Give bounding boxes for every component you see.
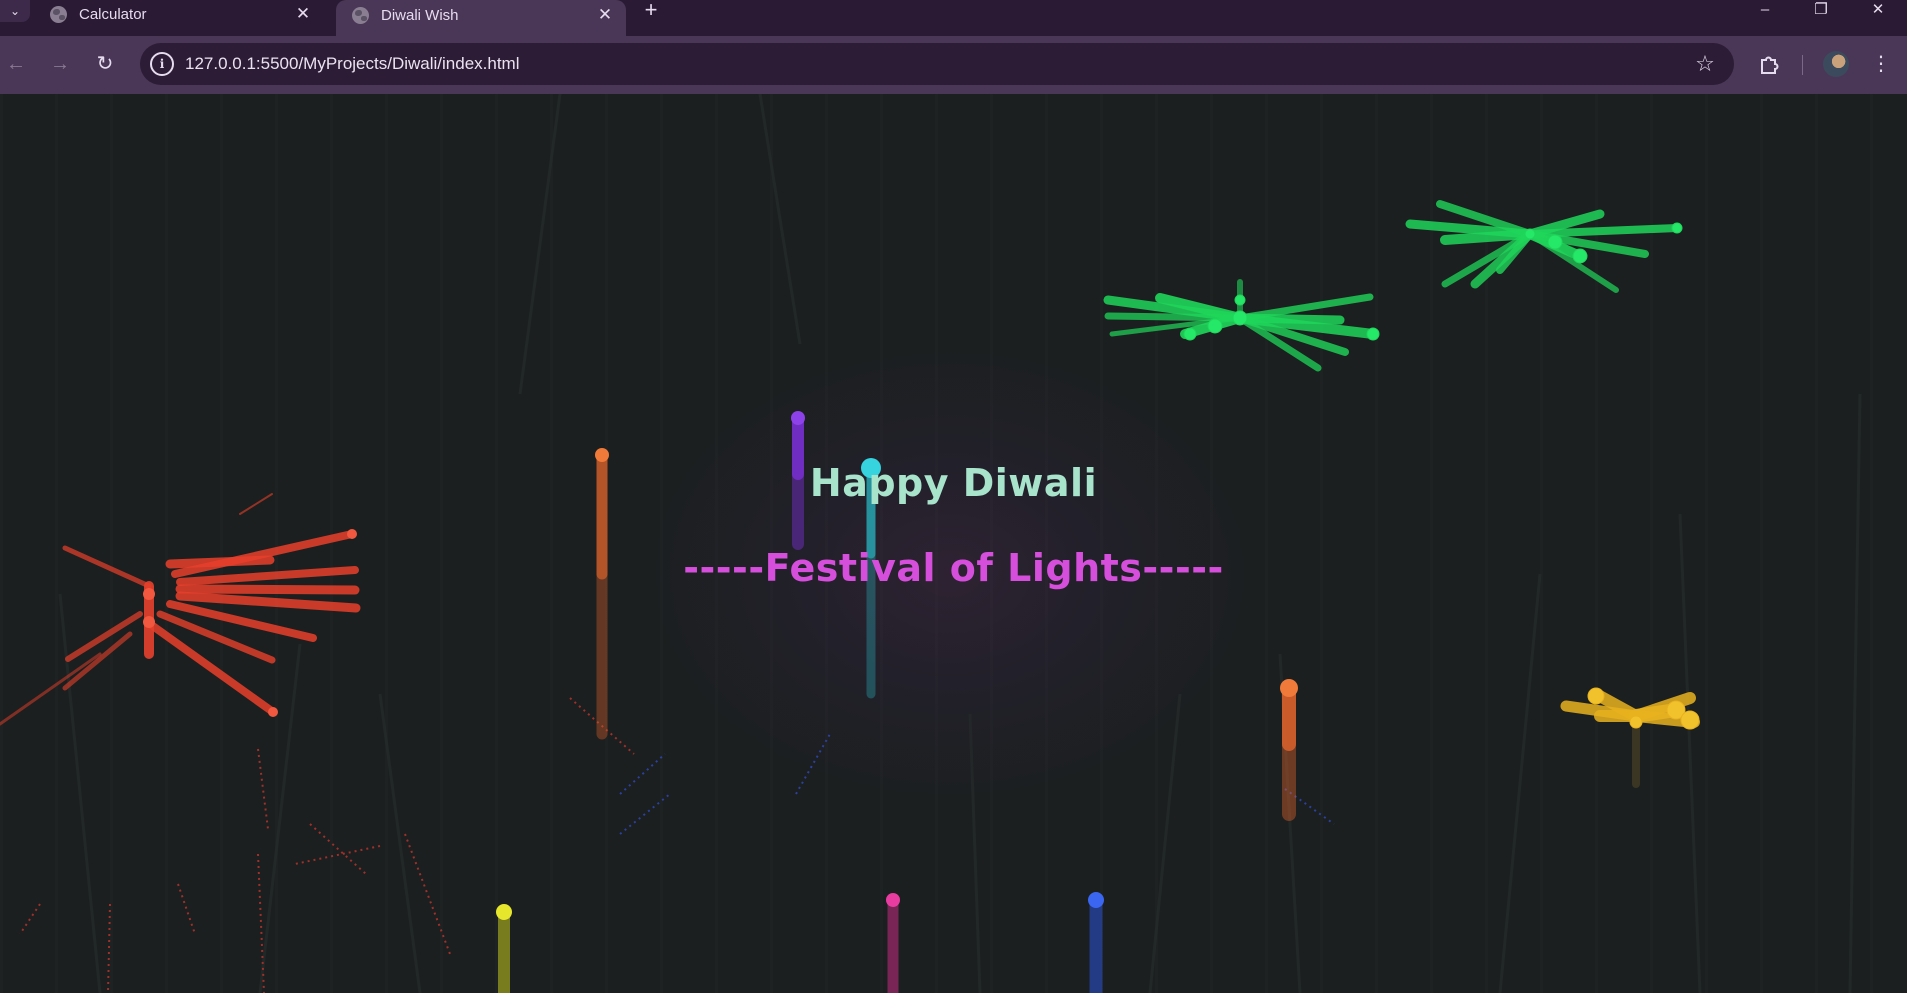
firework-trails-dotted [19, 697, 1335, 993]
star-icon[interactable]: ☆ [1692, 51, 1718, 77]
reload-icon: ↻ [96, 53, 114, 75]
profile-avatar[interactable] [1823, 51, 1849, 77]
close-icon[interactable]: ✕ [294, 4, 312, 24]
fireworks-canvas [0, 94, 1862, 993]
globe-icon [50, 5, 67, 23]
address-bar[interactable]: i 127.0.0.1:5500/MyProjects/Diwali/index… [140, 43, 1734, 85]
arrow-right-icon: → [50, 53, 70, 75]
plus-icon: + [644, 0, 658, 22]
firework-burst-green-center [1103, 279, 1380, 372]
url-text[interactable]: 127.0.0.1:5500/MyProjects/Diwali/index.h… [185, 43, 520, 85]
rocket-blue [1088, 892, 1104, 993]
firework-burst-yellow [1560, 687, 1700, 788]
close-icon[interactable]: ✕ [596, 5, 614, 25]
toolbar-divider [1802, 55, 1803, 75]
info-icon[interactable]: i [150, 52, 174, 76]
restore-button[interactable]: ❐ [1801, 0, 1841, 22]
tab-diwali-wish[interactable]: Diwali Wish ✕ [336, 0, 626, 38]
minimize-icon: – [1760, 1, 1770, 18]
restore-icon: ❐ [1814, 1, 1828, 18]
reload-button[interactable]: ↻ [89, 48, 121, 80]
tab-title: Diwali Wish [381, 6, 459, 24]
festival-subtitle: -----Festival of Lights----- [683, 546, 1224, 590]
extensions-button[interactable] [1753, 48, 1785, 80]
chevron-down-icon: ⌄ [9, 4, 21, 18]
tab-strip: ⌄ Calculator ✕ Diwali Wish ✕ + – ❐ ✕ [0, 0, 1907, 38]
greeting-heading: Happy Diwali [809, 461, 1098, 505]
back-button[interactable]: ← [0, 48, 32, 80]
firework-burst-green-right [1405, 200, 1683, 293]
menu-button[interactable]: ⋮ [1865, 48, 1897, 80]
rocket-orange-right [1280, 679, 1298, 821]
forward-button[interactable]: → [44, 48, 76, 80]
more-vertical-icon: ⋮ [1871, 53, 1891, 75]
firework-burst-red [0, 493, 361, 726]
puzzle-icon [1761, 56, 1779, 74]
arrow-left-icon: ← [6, 53, 26, 75]
tab-title: Calculator [79, 5, 147, 23]
globe-icon [352, 6, 369, 24]
tab-search-button[interactable]: ⌄ [0, 0, 30, 22]
rocket-pink [886, 893, 900, 993]
browser-toolbar: ← → ↻ i 127.0.0.1:5500/MyProjects/Diwali… [0, 36, 1907, 94]
new-tab-button[interactable]: + [638, 0, 664, 22]
close-icon: ✕ [1871, 1, 1885, 18]
tab-calculator[interactable]: Calculator ✕ [34, 0, 324, 36]
close-window-button[interactable]: ✕ [1858, 0, 1898, 22]
page-viewport: Happy Diwali -----Festival of Lights----… [0, 94, 1907, 993]
rocket-yellow [496, 904, 512, 993]
minimize-button[interactable]: – [1745, 0, 1785, 22]
